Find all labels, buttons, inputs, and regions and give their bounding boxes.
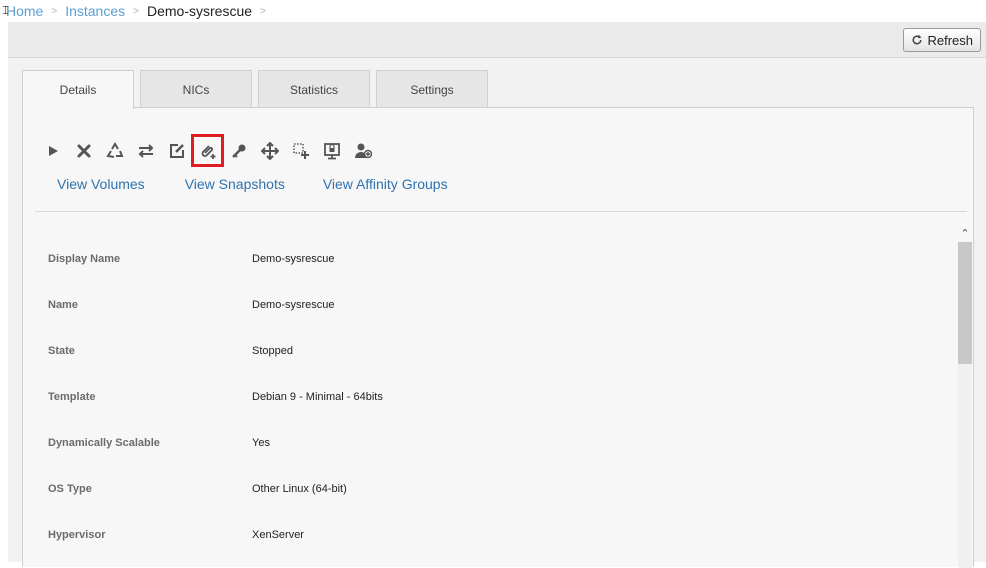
refresh-icon bbox=[913, 34, 922, 45]
details-list: Display Name Demo-sysrescue Name Demo-sy… bbox=[35, 236, 955, 558]
scroll-up-arrow-icon[interactable]: ⌃ bbox=[957, 226, 973, 240]
toolbar: Refresh bbox=[8, 22, 986, 58]
detail-label: Hypervisor bbox=[48, 529, 106, 541]
move-instance-button[interactable] bbox=[254, 135, 285, 167]
destroy-instance-button[interactable] bbox=[68, 135, 99, 167]
breadcrumb-separator: > bbox=[133, 5, 139, 17]
detail-label: OS Type bbox=[48, 483, 92, 495]
tab-bar: Details NICs Statistics Settings bbox=[22, 70, 494, 109]
attach-iso-icon bbox=[201, 144, 215, 159]
start-icon bbox=[48, 145, 58, 156]
detail-row-os-type: OS Type Other Linux (64-bit) bbox=[35, 466, 955, 512]
detail-row-template: Template Debian 9 - Minimal - 64bits bbox=[35, 374, 955, 420]
view-affinity-groups-link[interactable]: View Affinity Groups bbox=[323, 176, 448, 192]
destroy-icon bbox=[77, 144, 90, 157]
tab-label: NICs bbox=[182, 82, 210, 97]
breadcrumb-separator: > bbox=[260, 5, 266, 17]
breadcrumb-home[interactable]: Home bbox=[6, 3, 43, 19]
detail-row-hypervisor: Hypervisor XenServer bbox=[35, 512, 955, 558]
detail-row-state: State Stopped bbox=[35, 328, 955, 374]
detail-label: State bbox=[48, 345, 75, 357]
main-content: Details NICs Statistics Settings View Vo… bbox=[8, 58, 986, 568]
breadcrumb-separator: > bbox=[51, 5, 58, 17]
detail-label: Name bbox=[48, 299, 78, 311]
reset-ssh-key-button[interactable] bbox=[223, 135, 254, 167]
detail-row-display-name: Display Name Demo-sysrescue bbox=[35, 236, 955, 282]
refresh-button[interactable]: Refresh bbox=[903, 28, 981, 52]
breadcrumb-instances[interactable]: Instances bbox=[65, 3, 125, 19]
detail-value: Stopped bbox=[252, 345, 293, 357]
view-console-button[interactable] bbox=[316, 135, 347, 167]
detail-value: Debian 9 - Minimal - 64bits bbox=[252, 391, 383, 403]
action-bar bbox=[37, 134, 378, 167]
key-icon bbox=[231, 144, 245, 158]
detail-value: Demo-sysrescue bbox=[252, 299, 335, 311]
divider bbox=[35, 211, 967, 212]
start-instance-button[interactable] bbox=[37, 135, 68, 167]
tab-label: Details bbox=[59, 83, 97, 97]
details-panel: View Volumes View Snapshots View Affinit… bbox=[22, 107, 974, 568]
recycle-icon bbox=[105, 141, 123, 158]
detail-value: Yes bbox=[252, 437, 270, 449]
detail-label: Display Name bbox=[48, 253, 121, 265]
scale-icon bbox=[292, 142, 309, 159]
refresh-label: Refresh bbox=[927, 32, 973, 48]
move-icon bbox=[260, 141, 279, 160]
detail-value: Demo-sysrescue bbox=[252, 253, 335, 265]
tab-label: Settings bbox=[410, 82, 454, 97]
tab-label: Statistics bbox=[289, 82, 338, 97]
detail-value: Other Linux (64-bit) bbox=[252, 483, 347, 495]
text-cursor-icon: ⌶ bbox=[2, 3, 10, 17]
detail-row-dynamically-scalable: Dynamically Scalable Yes bbox=[35, 420, 955, 466]
console-icon bbox=[323, 142, 340, 159]
edit-icon bbox=[169, 143, 184, 158]
tab-nics[interactable]: NICs bbox=[140, 70, 252, 108]
breadcrumb-current: Demo-sysrescue bbox=[146, 3, 253, 19]
scale-instance-button[interactable] bbox=[285, 135, 316, 167]
assign-instance-button[interactable] bbox=[347, 135, 378, 167]
migrate-instance-button[interactable] bbox=[130, 135, 161, 167]
detail-label: Dynamically Scalable bbox=[48, 437, 160, 449]
details-scrollbar[interactable]: ⌃ bbox=[957, 226, 973, 568]
scroll-thumb[interactable] bbox=[958, 242, 972, 364]
tab-statistics[interactable]: Statistics bbox=[258, 70, 370, 108]
view-volumes-link[interactable]: View Volumes bbox=[57, 176, 145, 192]
assign-user-icon bbox=[354, 143, 372, 158]
view-links: View Volumes View Snapshots View Affinit… bbox=[57, 176, 448, 192]
attach-iso-button[interactable] bbox=[191, 134, 224, 167]
detail-value: XenServer bbox=[252, 529, 304, 541]
tab-details[interactable]: Details bbox=[22, 70, 134, 109]
detail-row-name: Name Demo-sysrescue bbox=[35, 282, 955, 328]
view-snapshots-link[interactable]: View Snapshots bbox=[185, 176, 285, 192]
swap-icon bbox=[138, 143, 153, 158]
detail-label: Template bbox=[48, 391, 96, 403]
tab-settings[interactable]: Settings bbox=[376, 70, 488, 108]
recover-instance-button[interactable] bbox=[99, 135, 130, 167]
edit-instance-button[interactable] bbox=[161, 135, 192, 167]
scroll-track[interactable] bbox=[958, 364, 972, 568]
breadcrumb: ⌶ Home > Instances > Demo-sysrescue > bbox=[0, 0, 986, 22]
